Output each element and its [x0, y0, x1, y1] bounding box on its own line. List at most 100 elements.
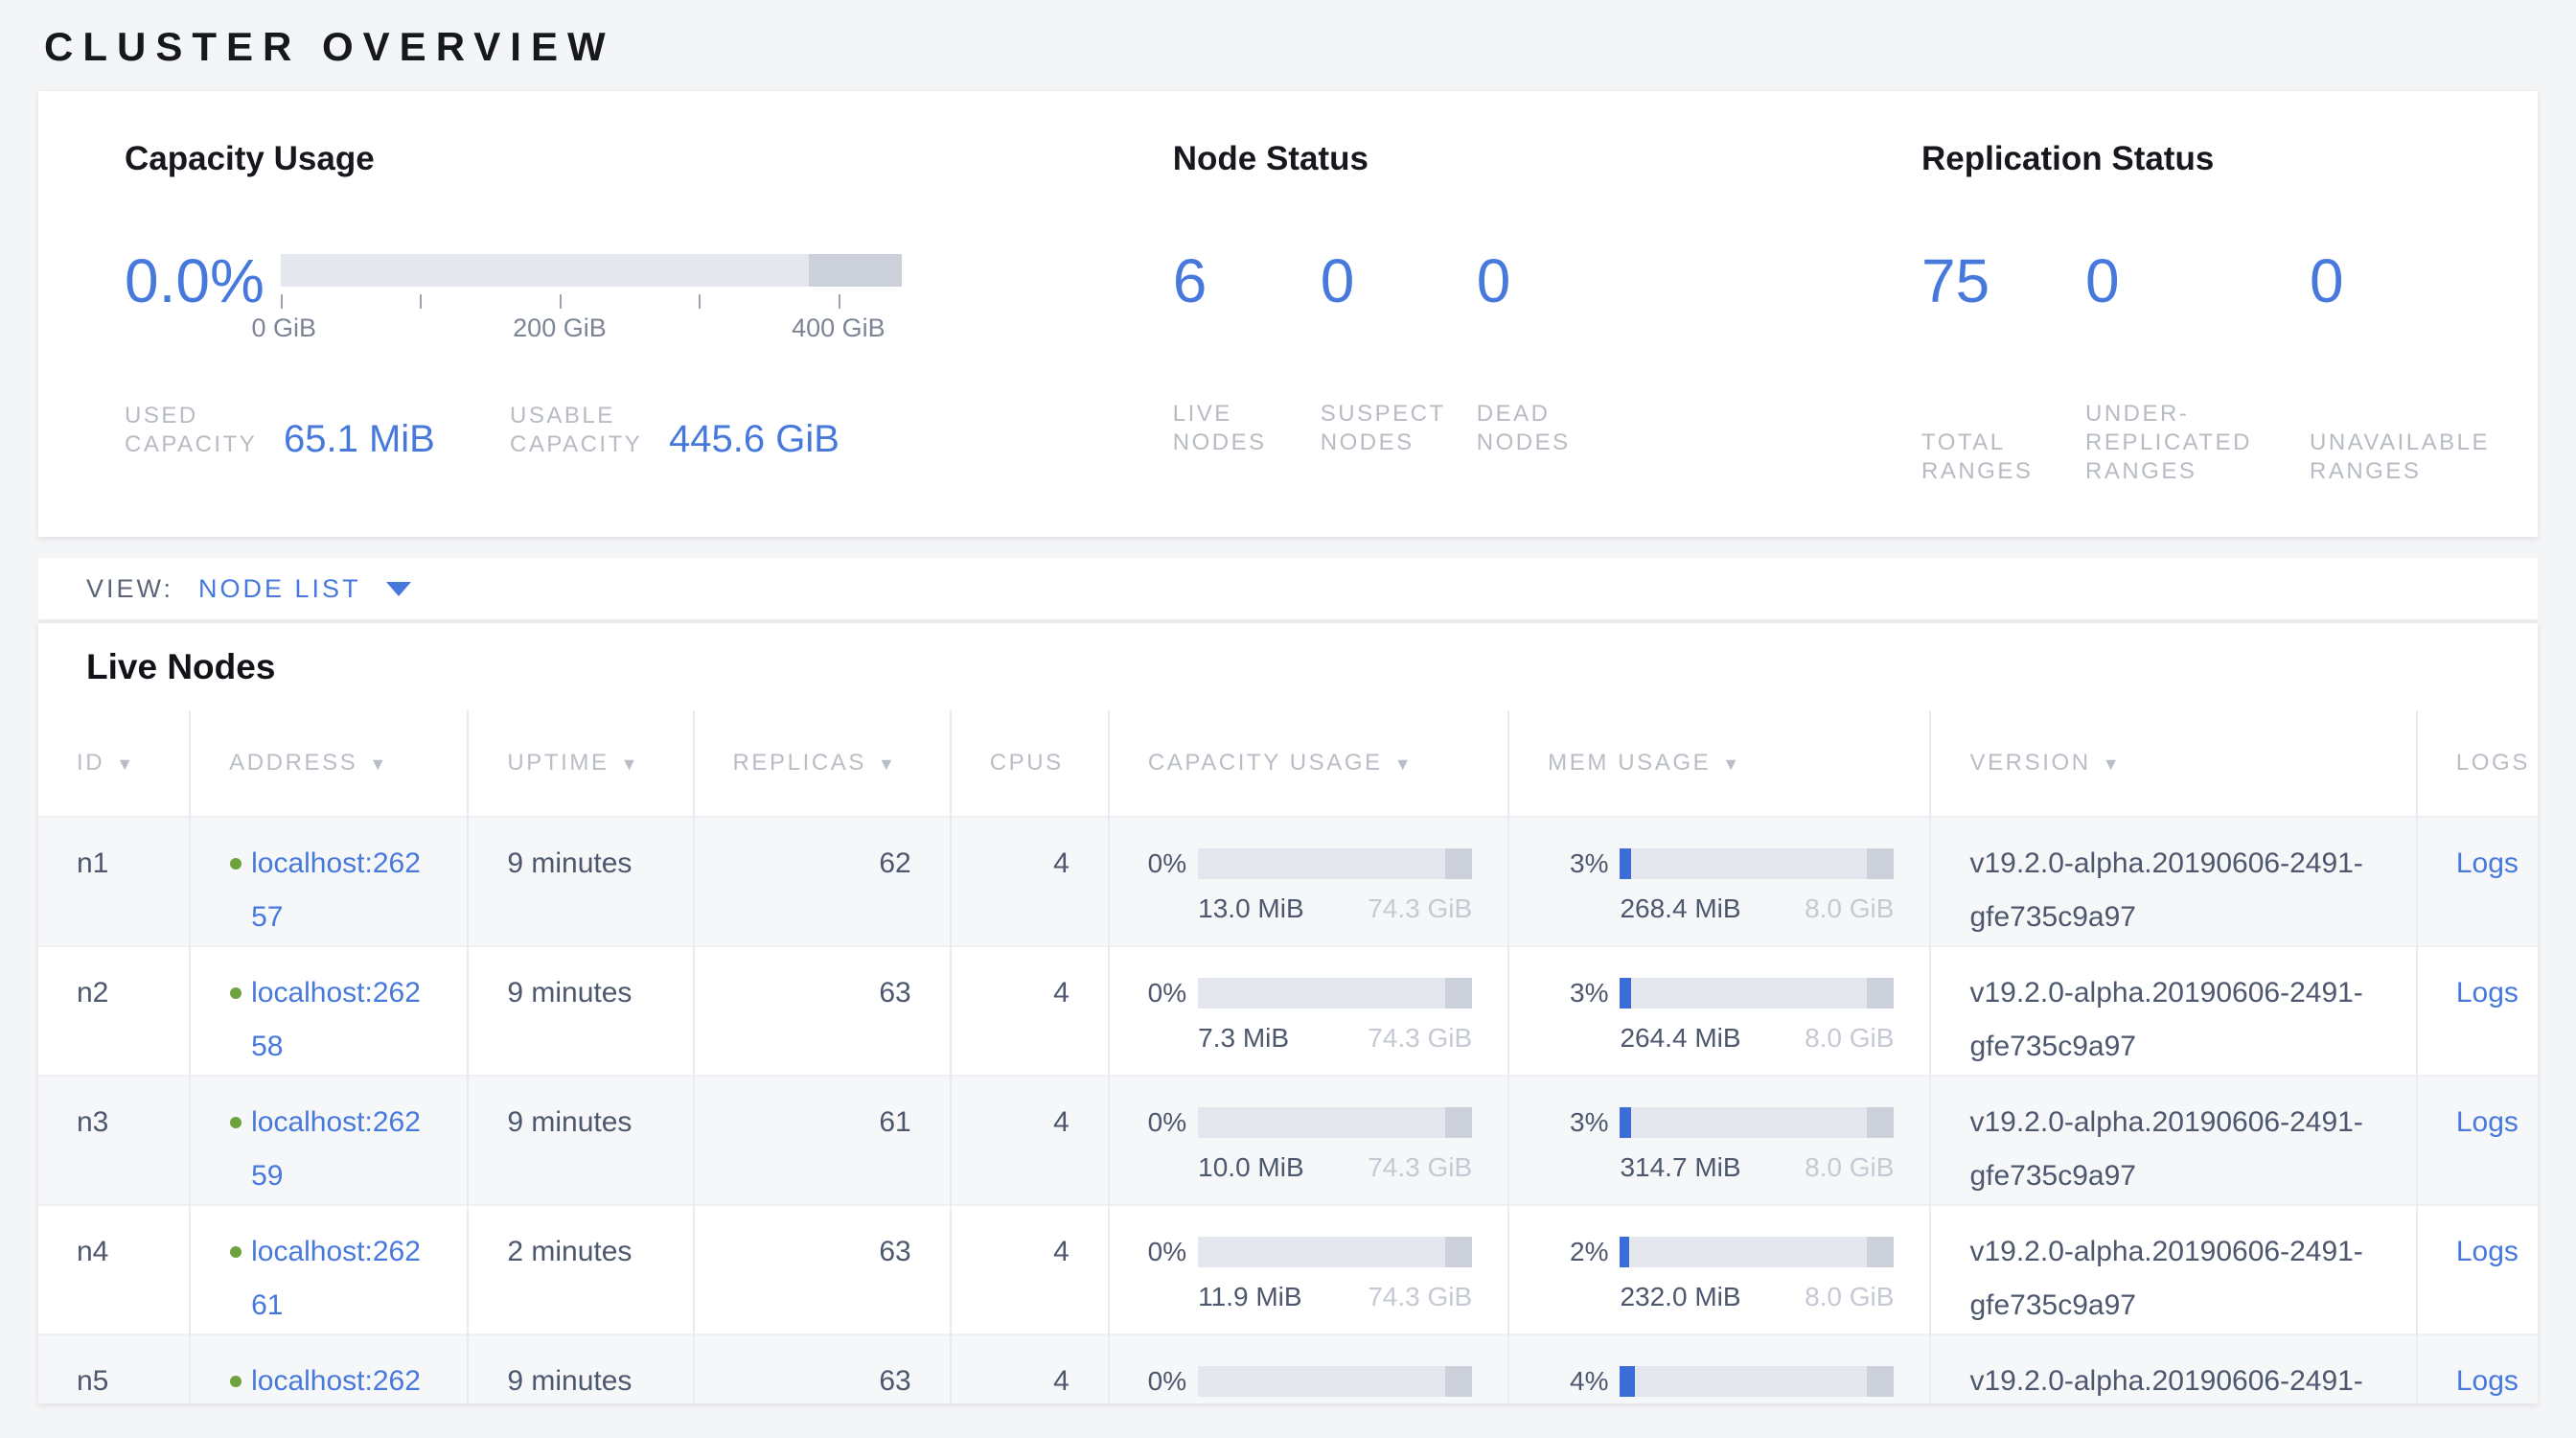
page-title: CLUSTER OVERVIEW	[0, 0, 2576, 71]
column-header-label: LOGS	[2456, 750, 2530, 776]
column-header-version[interactable]: VERSION▼	[1930, 710, 2416, 817]
used-capacity-stat: USED CAPACITY 65.1 MiB	[125, 402, 510, 459]
capacity-total-value: 74.3 GiB	[1368, 893, 1472, 925]
address-link[interactable]: localhost:26259	[251, 1096, 433, 1203]
cpus-cell: 4	[951, 946, 1109, 1076]
mem-reserved-segment	[1867, 1237, 1895, 1267]
table-row: n3 localhost:26259 9 minutes 61 4 0% 10.	[38, 1076, 2538, 1205]
chevron-down-icon	[386, 582, 411, 596]
mem-percent-label: 4%	[1570, 1366, 1608, 1397]
capacity-usage-bar	[1198, 1366, 1472, 1397]
column-header-replicas[interactable]: REPLICAS▼	[694, 710, 951, 817]
mem-usage-cell: 2% 232.0 MiB 8.0 GiB	[1508, 1205, 1930, 1334]
table-header-row: ID▼ADDRESS▼UPTIME▼REPLICAS▼ CPUS CAPACITY …	[38, 710, 2538, 817]
mem-fill-segment	[1620, 848, 1631, 879]
total-ranges-label: TOTAL RANGES	[1921, 429, 2056, 486]
mem-usage-bar	[1620, 1237, 1894, 1267]
capacity-reserved-segment	[1445, 1237, 1473, 1267]
mem-used-value: 232.0 MiB	[1620, 1281, 1740, 1313]
version-cell: v19.2.0-alpha.20190606-2491-gfe735c9a97	[1930, 817, 2416, 946]
logs-link[interactable]: Logs	[2456, 1236, 2518, 1267]
logs-link[interactable]: Logs	[2456, 1106, 2518, 1138]
table-row: n1 localhost:26257 9 minutes 62 4 0% 13.	[38, 817, 2538, 946]
used-capacity-value: 65.1 MiB	[284, 419, 435, 459]
version-cell: v19.2.0-alpha.20190606-2491-gfe735c9a97	[1930, 1334, 2416, 1403]
live-status-dot-icon	[230, 987, 242, 999]
sort-descending-icon: ▼	[1722, 754, 1741, 774]
capacity-total-value: 74.3 GiB	[1368, 1151, 1472, 1184]
column-header-label: VERSION	[1969, 750, 2090, 776]
address-link[interactable]: localhost:26261	[251, 1225, 433, 1333]
capacity-percent-label: 0%	[1148, 1237, 1186, 1267]
capacity-used-value: 7.3 MiB	[1198, 1022, 1289, 1055]
capacity-total-value: 74.3 GiB	[1368, 1281, 1472, 1313]
address-cell: localhost:26259	[190, 1076, 468, 1205]
mem-usage-cell: 4% 329.6 MiB 8.0 GiB	[1508, 1334, 1930, 1403]
logs-cell: Logs	[2417, 1205, 2538, 1334]
used-capacity-label: USED CAPACITY	[125, 402, 270, 459]
cpus-cell: 4	[951, 1205, 1109, 1334]
uptime-cell: 9 minutes	[468, 817, 693, 946]
mem-reserved-segment	[1867, 848, 1895, 879]
version-cell: v19.2.0-alpha.20190606-2491-gfe735c9a97	[1930, 946, 2416, 1076]
capacity-usage-bar	[1198, 1107, 1472, 1138]
capacity-gauge-axis-labels: 0 GiB 200 GiB 400 GiB	[281, 313, 902, 346]
logs-link[interactable]: Logs	[2456, 847, 2518, 879]
mem-reserved-segment	[1867, 978, 1895, 1009]
axis-label-400gib: 400 GiB	[792, 313, 886, 343]
usable-capacity-label: USABLE CAPACITY	[510, 402, 656, 459]
column-header-address[interactable]: ADDRESS▼	[190, 710, 468, 817]
view-label: VIEW:	[86, 574, 173, 604]
table-row: n4 localhost:26261 2 minutes 63 4 0% 11.	[38, 1205, 2538, 1334]
replicas-cell: 63	[694, 1205, 951, 1334]
column-header-capacity-usage[interactable]: CAPACITY USAGE▼	[1109, 710, 1508, 817]
node-list-dropdown[interactable]: NODE LIST	[198, 574, 411, 604]
replication-status-title: Replication Status	[1921, 139, 2490, 179]
version-text: v19.2.0-alpha.20190606-2491-gfe735c9a97	[1969, 837, 2372, 944]
capacity-reserved-segment	[1445, 1107, 1473, 1138]
cluster-summary-panel: Capacity Usage 0.0% 0 GiB 200 GiB 400 Gi…	[38, 91, 2538, 537]
column-header-mem-usage[interactable]: MEM USAGE ▼	[1508, 710, 1930, 817]
capacity-usage-bar	[1198, 848, 1472, 879]
logs-link[interactable]: Logs	[2456, 977, 2518, 1009]
live-nodes-panel: Live Nodes ID▼ADDRESS▼UPTIME▼REPLICAS▼CP…	[38, 623, 2538, 1403]
total-ranges-count: 75	[1921, 246, 2085, 315]
mem-usage-bar	[1620, 1366, 1894, 1397]
mem-total-value: 8.0 GiB	[1805, 893, 1894, 925]
uptime-cell: 9 minutes	[468, 946, 693, 1076]
mem-usage-cell: 3% 314.7 MiB 8.0 GiB	[1508, 1076, 1930, 1205]
capacity-percent-label: 0%	[1148, 848, 1186, 879]
mem-percent-label: 3%	[1570, 1107, 1608, 1138]
address-link[interactable]: localhost:26257	[251, 837, 433, 944]
replicas-cell: 63	[694, 1334, 951, 1403]
mem-total-value: 8.0 GiB	[1805, 1022, 1894, 1055]
mem-used-value: 264.4 MiB	[1620, 1022, 1740, 1055]
version-cell: v19.2.0-alpha.20190606-2491-gfe735c9a97	[1930, 1205, 2416, 1334]
column-header-label: MEM USAGE	[1548, 750, 1711, 776]
mem-total-value: 8.0 GiB	[1805, 1151, 1894, 1184]
column-header-uptime[interactable]: UPTIME▼	[468, 710, 693, 817]
capacity-usage-cell: 0% 11.9 MiB 74.3 GiB	[1109, 1205, 1508, 1334]
suspect-nodes-count: 0	[1321, 246, 1477, 315]
usable-capacity-value: 445.6 GiB	[669, 419, 840, 459]
cpus-cell: 4	[951, 1334, 1109, 1403]
capacity-gauge-bar	[281, 254, 902, 287]
version-text: v19.2.0-alpha.20190606-2491-gfe735c9a97	[1969, 1096, 2372, 1203]
usable-capacity-stat: USABLE CAPACITY 445.6 GiB	[510, 402, 840, 459]
logs-link[interactable]: Logs	[2456, 1365, 2518, 1397]
column-header-label: CPUS	[990, 750, 1064, 776]
table-row: n2 localhost:26258 9 minutes 63 4 0% 7.3	[38, 946, 2538, 1076]
logs-cell: Logs	[2417, 1076, 2538, 1205]
address-link[interactable]: localhost:26258	[251, 966, 433, 1074]
column-header-label: CAPACITY USAGE	[1148, 750, 1383, 776]
live-nodes-count: 6	[1173, 246, 1321, 315]
replicas-cell: 62	[694, 817, 951, 946]
cpus-cell: 4	[951, 1076, 1109, 1205]
node-list-dropdown-value: NODE LIST	[198, 574, 361, 604]
address-link[interactable]: localhost:26262	[251, 1355, 433, 1403]
column-header-id[interactable]: ID▼	[38, 710, 190, 817]
capacity-usage-cell: 0% 10.0 MiB 74.3 GiB	[1109, 1076, 1508, 1205]
mem-usage-bar	[1620, 1107, 1894, 1138]
axis-label-0gib: 0 GiB	[251, 313, 316, 343]
node-id-cell: n2	[38, 946, 190, 1076]
